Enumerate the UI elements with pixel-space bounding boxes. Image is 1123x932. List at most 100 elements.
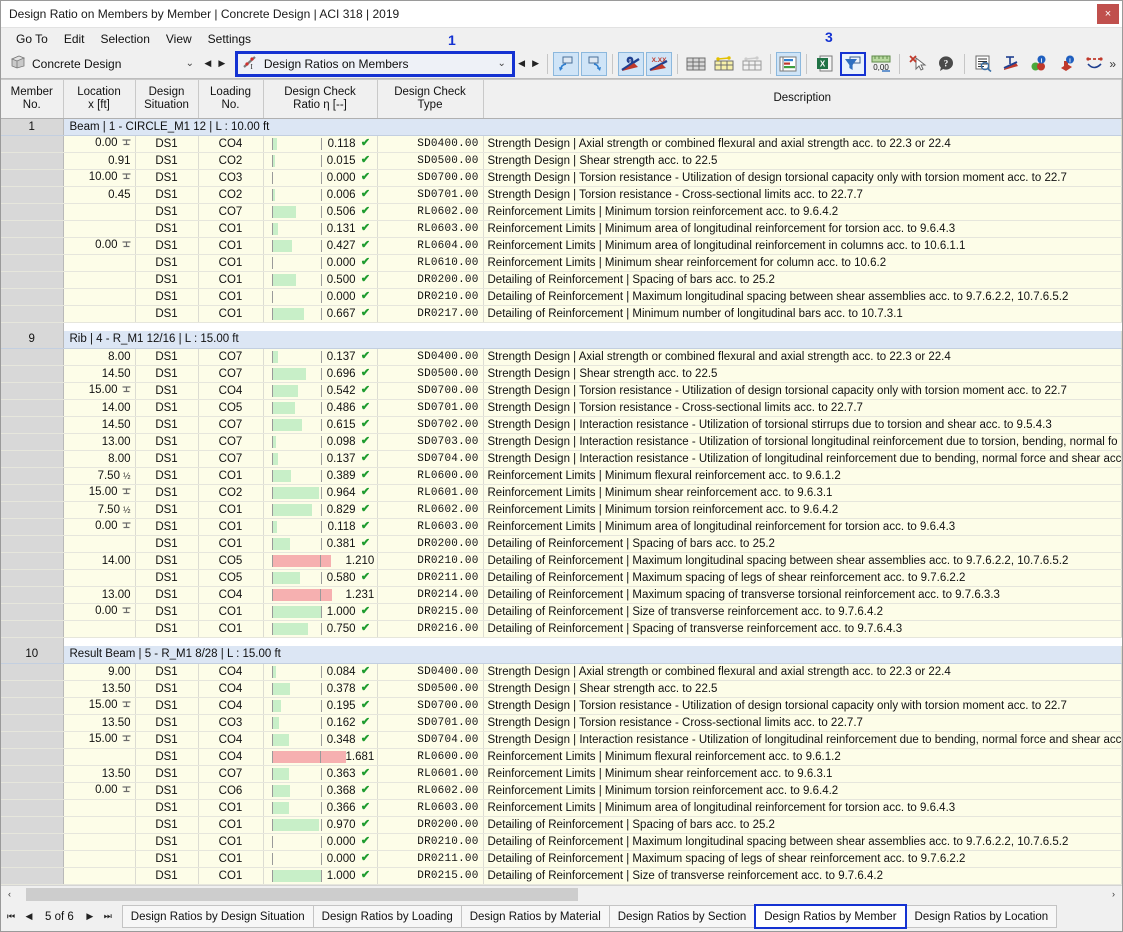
table-row[interactable]: DS1 CO1 0.500 ✔ DR0200.00 Detailing of Reinfo… xyxy=(1,271,1122,289)
table-row[interactable]: 0.91 DS1 CO2 0.015 ✔ SD0500.00 Strength Design… xyxy=(1,152,1122,170)
pager-next-button[interactable]: ▶ xyxy=(82,908,98,926)
results-table-container[interactable]: Member No. Location x [ft] Design Situat… xyxy=(1,79,1122,885)
table-row[interactable]: DS1 CO1 0.000 ✔ DR0210.00 Detailing of Reinfo… xyxy=(1,833,1122,851)
pager-last-button[interactable]: ⏭ xyxy=(100,908,116,926)
table-row[interactable]: 15.00 DS1 CO2 0.964 ✔ RL0601.00 Reinforcement … xyxy=(1,484,1122,502)
export-excel-icon[interactable]: X xyxy=(812,52,838,76)
header-design-check-ratio[interactable]: Design Check Ratio η [--] xyxy=(263,80,378,119)
table-row[interactable]: 10.00 DS1 CO3 0.000 ✔ SD0700.00 Strength Desig… xyxy=(1,169,1122,187)
table-row[interactable]: DS1 CO1 0.000 ✔ RL0610.00 Reinforcement Limit… xyxy=(1,254,1122,272)
chevron-down-icon[interactable]: ⌄ xyxy=(494,58,510,69)
table-row[interactable]: 13.50 DS1 CO3 0.162 ✔ SD0701.00 Strength Desig… xyxy=(1,714,1122,732)
menu-go-to[interactable]: Go To xyxy=(8,31,56,47)
info-red-icon[interactable]: i xyxy=(1054,52,1080,76)
table-row[interactable]: 0.00 DS1 CO6 0.368 ✔ RL0602.00 Reinforcement L… xyxy=(1,782,1122,800)
module-prev-button[interactable]: ◀ xyxy=(201,53,215,75)
pager-first-button[interactable]: ⏮ xyxy=(3,908,19,926)
menu-settings[interactable]: Settings xyxy=(200,31,259,47)
table-row[interactable]: 0.45 DS1 CO2 0.006 ✔ SD0701.00 Strength Design… xyxy=(1,186,1122,204)
help-icon[interactable]: ? xyxy=(933,52,959,76)
menu-view[interactable]: View xyxy=(158,31,200,47)
menu-selection[interactable]: Selection xyxy=(93,31,158,47)
tab-design-ratios-by-location[interactable]: Design Ratios by Location xyxy=(905,905,1058,928)
header-design-check-type[interactable]: Design Check Type xyxy=(377,80,484,119)
table-row[interactable]: DS1CO41.681❗RL0600.00Reinforcement Limit… xyxy=(1,748,1122,766)
scroll-thumb[interactable] xyxy=(26,887,578,901)
table-row[interactable]: 15.00 DS1 CO4 0.195 ✔ SD0700.00 Strength Desig… xyxy=(1,697,1122,715)
table-highlight-icon[interactable] xyxy=(711,52,737,76)
member-group-row[interactable]: 10 Result Beam | 5 - R_M1 8/28 | L : 15.0… xyxy=(1,646,1122,664)
table-row[interactable]: DS1 CO7 0.506 ✔ RL0602.00 Reinforcement Limit… xyxy=(1,203,1122,221)
table-row[interactable]: 0.00 DS1 CO1 0.427 ✔ RL0604.00 Reinforcement L… xyxy=(1,237,1122,255)
table-row[interactable]: 9.00 DS1 CO4 0.084 ✔ SD0400.00 Strength Design… xyxy=(1,663,1122,681)
table-row[interactable]: 8.00 DS1 CO7 0.137 ✔ SD0400.00 Strength Design… xyxy=(1,348,1122,366)
module-next-button[interactable]: ▶ xyxy=(215,53,229,75)
table-row[interactable]: DS1 CO1 0.000 ✔ DR0211.00 Detailing of Reinfo… xyxy=(1,850,1122,868)
tab-design-ratios-by-material[interactable]: Design Ratios by Material xyxy=(460,905,610,928)
table-row[interactable]: 14.00 DS1CO51.210❗DR0210.00Detailing of R… xyxy=(1,552,1122,570)
tab-design-ratios-by-loading[interactable]: Design Ratios by Loading xyxy=(312,905,462,928)
table-row[interactable]: 7.50 ½ DS1 CO1 0.829 ✔ RL0602.00 Reinforcement … xyxy=(1,501,1122,519)
deselect-icon[interactable] xyxy=(905,52,931,76)
close-icon[interactable]: × xyxy=(1097,4,1119,24)
view-next-button[interactable]: ▶ xyxy=(529,53,543,75)
table-row[interactable]: DS1 CO1 0.000 ✔ DR0210.00 Detailing of Reinfo… xyxy=(1,288,1122,306)
member-result-icon[interactable] xyxy=(998,52,1024,76)
table-row[interactable]: 7.50 ½ DS1 CO1 0.389 ✔ RL0600.00 Reinforcement … xyxy=(1,467,1122,485)
table-row[interactable]: DS1 CO1 0.970 ✔ DR0200.00 Detailing of Reinfo… xyxy=(1,816,1122,834)
table-row[interactable]: 13.50 DS1 CO4 0.378 ✔ SD0500.00 Strength Desig… xyxy=(1,680,1122,698)
member-group-row[interactable]: 9 Rib | 4 - R_M1 12/16 | L : 15.00 ft xyxy=(1,331,1122,349)
table-row[interactable]: 0.00 DS1 CO1 0.118 ✔ RL0603.00 Reinforcement L… xyxy=(1,518,1122,536)
table-row[interactable]: DS1 CO1 0.750 ✔ DR0216.00 Detailing of Reinfo… xyxy=(1,620,1122,638)
table-row[interactable]: 8.00 DS1 CO7 0.137 ✔ SD0704.00 Strength Design… xyxy=(1,450,1122,468)
info-green-icon[interactable]: i xyxy=(1026,52,1052,76)
pager-prev-button[interactable]: ◀ xyxy=(21,908,37,926)
toolbar-overflow-button[interactable]: » xyxy=(1109,57,1122,71)
table-row[interactable]: 15.00 DS1 CO4 0.348 ✔ SD0704.00 Strength Desig… xyxy=(1,731,1122,749)
table-plain-icon[interactable] xyxy=(683,52,709,76)
scroll-right-button[interactable]: › xyxy=(1105,886,1122,903)
view-select[interactable]: I Design Ratios on Members ⌄ xyxy=(234,50,515,77)
show-numeric-values-icon[interactable]: X.XX xyxy=(645,51,672,76)
table-gray-icon[interactable] xyxy=(739,52,765,76)
tab-design-ratios-by-member[interactable]: Design Ratios by Member xyxy=(754,904,907,929)
scroll-left-button[interactable]: ‹ xyxy=(1,886,18,903)
member-group-row[interactable]: 1 Beam | 1 - CIRCLE_M1 12 | L : 10.00 ft xyxy=(1,118,1122,136)
table-row[interactable]: 0.00 DS1 CO1 1.000 ✔ DR0215.00 Detailing of Re… xyxy=(1,603,1122,621)
undo-view-icon[interactable] xyxy=(552,51,579,76)
table-row[interactable]: DS1 CO5 0.580 ✔ DR0211.00 Detailing of Reinfo… xyxy=(1,569,1122,587)
find-in-table-icon[interactable] xyxy=(970,52,996,76)
table-row[interactable]: DS1 CO1 1.000 ✔ DR0215.00 Detailing of Reinfo… xyxy=(1,867,1122,885)
header-description[interactable]: Description xyxy=(483,80,1122,119)
table-row[interactable]: 0.00 DS1 CO4 0.118 ✔ SD0400.00 Strength Design… xyxy=(1,135,1122,153)
table-row[interactable]: DS1 CO1 0.381 ✔ DR0200.00 Detailing of Reinfo… xyxy=(1,535,1122,553)
header-design-situation[interactable]: Design Situation xyxy=(135,80,199,119)
header-location[interactable]: Location x [ft] xyxy=(63,80,136,119)
result-diagram-icon[interactable] xyxy=(775,51,802,76)
show-result-values-icon[interactable]: 9 xyxy=(617,51,644,76)
table-row[interactable]: 14.50 DS1 CO7 0.696 ✔ SD0500.00 Strength Desig… xyxy=(1,365,1122,383)
module-select[interactable]: Concrete Design ⌄ xyxy=(5,52,201,76)
table-row[interactable]: DS1 CO1 0.667 ✔ DR0217.00 Detailing of Reinfo… xyxy=(1,305,1122,323)
table-row[interactable]: DS1 CO1 0.131 ✔ RL0603.00 Reinforcement Limit… xyxy=(1,220,1122,238)
table-row[interactable]: DS1 CO1 0.366 ✔ RL0603.00 Reinforcement Limit… xyxy=(1,799,1122,817)
header-member-no[interactable]: Member No. xyxy=(1,80,64,119)
filter-icon[interactable] xyxy=(840,51,867,76)
scroll-track[interactable] xyxy=(18,886,1105,902)
table-row[interactable]: 15.00 DS1 CO4 0.542 ✔ SD0700.00 Strength Desig… xyxy=(1,382,1122,400)
view-prev-button[interactable]: ◀ xyxy=(515,53,529,75)
redo-view-icon[interactable] xyxy=(580,51,607,76)
table-row[interactable]: 14.00 DS1 CO5 0.486 ✔ SD0701.00 Strength Desig… xyxy=(1,399,1122,417)
table-row[interactable]: 13.50 DS1 CO7 0.363 ✔ RL0601.00 Reinforcement … xyxy=(1,765,1122,783)
diagram-curve-icon[interactable] xyxy=(1082,52,1108,76)
table-row[interactable]: 14.50 DS1 CO7 0.615 ✔ SD0702.00 Strength Desig… xyxy=(1,416,1122,434)
menu-edit[interactable]: Edit xyxy=(56,31,93,47)
decimal-places-icon[interactable]: 0,00 xyxy=(868,52,894,76)
chevron-down-icon[interactable]: ⌄ xyxy=(182,58,198,69)
header-loading-no[interactable]: Loading No. xyxy=(198,80,264,119)
tab-design-ratios-by-section[interactable]: Design Ratios by Section xyxy=(608,905,756,928)
horizontal-scrollbar[interactable]: ‹ › xyxy=(1,885,1122,902)
table-row[interactable]: 13.00 DS1CO41.231❗DR0214.00Detailing of R… xyxy=(1,586,1122,604)
table-row[interactable]: 13.00 DS1 CO7 0.098 ✔ SD0703.00 Strength Desig… xyxy=(1,433,1122,451)
tab-design-ratios-by-design-situation[interactable]: Design Ratios by Design Situation xyxy=(121,905,314,928)
